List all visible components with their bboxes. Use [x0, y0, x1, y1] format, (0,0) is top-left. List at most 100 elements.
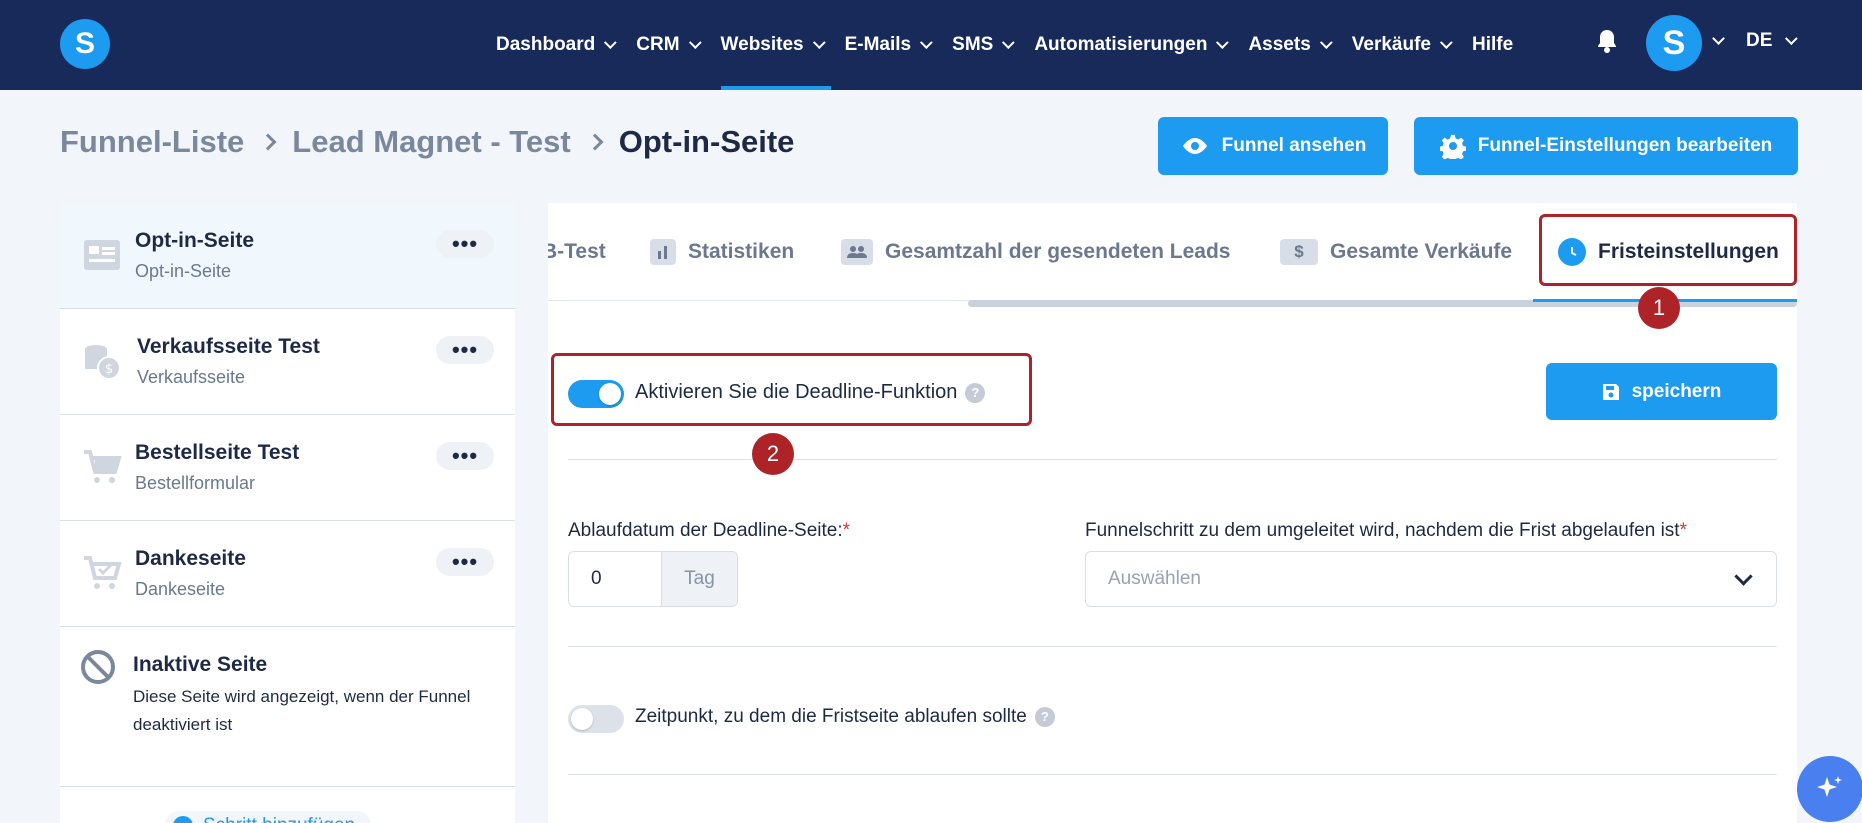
nav-label: Hilfe — [1472, 34, 1514, 55]
tab-label: B-Test — [548, 240, 606, 263]
coins-icon: $ — [85, 345, 121, 380]
form-page-icon — [84, 240, 120, 270]
nav-item-emails[interactable]: E-Mails — [844, 0, 933, 90]
redirect-label: Funnelschritt zu dem umgeleitet wird, na… — [1085, 520, 1680, 541]
required-marker: * — [1679, 520, 1687, 541]
more-options-button[interactable]: ••• — [436, 336, 494, 364]
view-funnel-label: Funnel ansehen — [1221, 135, 1367, 156]
sidebar-item-title: Opt-in-Seite — [135, 229, 254, 252]
chevron-down-icon — [1439, 35, 1453, 49]
user-avatar[interactable]: S — [1646, 15, 1702, 71]
chevron-down-icon — [812, 35, 826, 49]
tab-total-sales[interactable]: $ Gesamte Verkäufe — [1280, 203, 1512, 300]
divider — [568, 774, 1777, 775]
redirect-step-select[interactable]: Auswählen — [1085, 551, 1777, 607]
chevron-down-icon — [1319, 35, 1333, 49]
expiry-time-toggle[interactable] — [568, 705, 624, 733]
annotation-highlight-toggle — [551, 353, 1032, 426]
view-funnel-button[interactable]: Funnel ansehen — [1158, 117, 1388, 175]
bell-icon[interactable] — [1596, 28, 1618, 54]
edit-funnel-settings-button[interactable]: Funnel-Einstellungen bearbeiten — [1414, 117, 1798, 175]
chevron-down-icon[interactable] — [1712, 32, 1725, 45]
nav-label: E-Mails — [844, 34, 912, 55]
sidebar-item-thank-you[interactable]: Dankeseite Dankeseite ••• — [60, 521, 515, 627]
chevron-down-icon — [1002, 35, 1016, 49]
nav-label: Dashboard — [496, 34, 596, 55]
cart-check-icon — [84, 556, 122, 589]
chevron-down-icon — [688, 35, 702, 49]
nav-label: CRM — [636, 34, 680, 55]
chevron-right-icon — [586, 133, 604, 151]
language-label: DE — [1746, 30, 1773, 51]
divider — [568, 459, 1777, 460]
annotation-marker-2: 2 — [752, 433, 794, 475]
gear-icon — [1439, 134, 1466, 159]
sidebar-item-subtitle: Bestellformular — [135, 473, 256, 493]
app-logo[interactable]: S — [60, 19, 110, 69]
expiry-label: Ablaufdatum der Deadline-Seite: — [568, 520, 843, 541]
nav-label: Assets — [1248, 34, 1311, 55]
annotation-marker-1: 1 — [1638, 287, 1680, 329]
expiry-time-label-row: Zeitpunkt, zu dem die Fristseite ablaufe… — [635, 706, 1055, 728]
more-options-button[interactable]: ••• — [436, 230, 494, 258]
breadcrumb-current-page: Opt-in-Seite — [618, 124, 795, 159]
sidebar-item-subtitle: Verkaufsseite — [137, 367, 246, 387]
main-nav: Dashboard CRM Websites E-Mails SMS Autom… — [496, 0, 1537, 90]
nav-item-assets[interactable]: Assets — [1248, 0, 1333, 90]
sidebar-item-order-page[interactable]: Bestellseite Test Bestellformular ••• — [60, 415, 515, 521]
nav-item-sales[interactable]: Verkäufe — [1351, 0, 1453, 90]
ban-icon — [81, 650, 115, 684]
annotation-highlight-tab — [1539, 214, 1797, 286]
expiry-days-value[interactable]: 0 — [569, 552, 661, 606]
nav-item-dashboard[interactable]: Dashboard — [496, 0, 617, 90]
users-icon — [841, 239, 873, 265]
nav-label: Verkäufe — [1351, 34, 1432, 55]
chevron-down-icon — [1785, 31, 1799, 45]
tab-total-leads[interactable]: Gesamtzahl der gesendeten Leads — [841, 203, 1230, 300]
nav-item-automations[interactable]: Automatisierungen — [1034, 0, 1230, 90]
required-marker: * — [842, 520, 851, 541]
more-options-button[interactable]: ••• — [436, 442, 494, 470]
expiry-time-label: Zeitpunkt, zu dem die Fristseite ablaufe… — [635, 706, 1027, 727]
more-options-button[interactable]: ••• — [436, 548, 494, 576]
help-icon[interactable]: ? — [1034, 706, 1055, 727]
nav-label: SMS — [952, 34, 994, 55]
tab-split-test[interactable]: B-Test — [548, 203, 606, 300]
toggle-knob — [571, 708, 593, 730]
add-step-button[interactable]: Schritt hinzufügen — [165, 811, 372, 823]
bar-chart-icon — [650, 239, 676, 265]
tab-statistics[interactable]: Statistiken — [650, 203, 794, 300]
nav-item-crm[interactable]: CRM — [636, 0, 702, 90]
sidebar-item-inactive-page[interactable]: Inaktive Seite Diese Seite wird angezeig… — [60, 627, 515, 787]
sidebar-item-opt-in[interactable]: Opt-in-Seite Opt-in-Seite ••• — [60, 203, 515, 309]
sidebar-item-title: Verkaufsseite Test — [137, 335, 320, 358]
add-step-area: Schritt hinzufügen — [60, 787, 515, 823]
expiry-label-row: Ablaufdatum der Deadline-Seite:* — [568, 520, 850, 542]
breadcrumb-funnel-list[interactable]: Funnel-Liste — [60, 124, 244, 160]
floppy-disk-icon — [1602, 383, 1619, 400]
nav-item-websites[interactable]: Websites — [720, 0, 831, 90]
inactive-page-title: Inaktive Seite — [133, 653, 268, 676]
expiry-days-input[interactable]: 0 Tag — [568, 551, 738, 607]
eye-icon — [1182, 138, 1207, 154]
inactive-page-description: Diese Seite wird angezeigt, wenn der Fun… — [133, 687, 471, 734]
chevron-down-icon — [1216, 35, 1230, 49]
sidebar-item-title: Bestellseite Test — [135, 441, 300, 464]
top-navigation-bar: S Dashboard CRM Websites E-Mails SMS Aut… — [0, 0, 1862, 90]
add-step-label: Schritt hinzufügen — [203, 815, 355, 823]
save-button[interactable]: speichern — [1546, 363, 1777, 420]
chevron-down-icon — [920, 35, 933, 49]
nav-item-sms[interactable]: SMS — [952, 0, 1016, 90]
sidebar-item-sales-page[interactable]: $ Verkaufsseite Test Verkaufsseite ••• — [60, 309, 515, 415]
nav-item-help[interactable]: Hilfe — [1472, 0, 1513, 90]
funnel-steps-sidebar: Opt-in-Seite Opt-in-Seite ••• $ Verkaufs… — [60, 203, 515, 823]
breadcrumb-funnel[interactable]: Lead Magnet - Test — [292, 124, 570, 160]
language-selector[interactable]: DE — [1746, 30, 1799, 52]
dollar-icon: $ — [1280, 239, 1318, 265]
ai-assistant-button[interactable] — [1797, 756, 1862, 822]
chevron-down-icon — [604, 35, 617, 49]
main-content-panel: B-Test Statistiken Gesamtzahl der gesend… — [548, 203, 1797, 823]
edit-funnel-settings-label: Funnel-Einstellungen bearbeiten — [1477, 135, 1773, 156]
plus-circle-icon — [173, 816, 193, 823]
breadcrumb: Funnel-Liste Lead Magnet - Test Opt-in-S… — [60, 124, 794, 160]
